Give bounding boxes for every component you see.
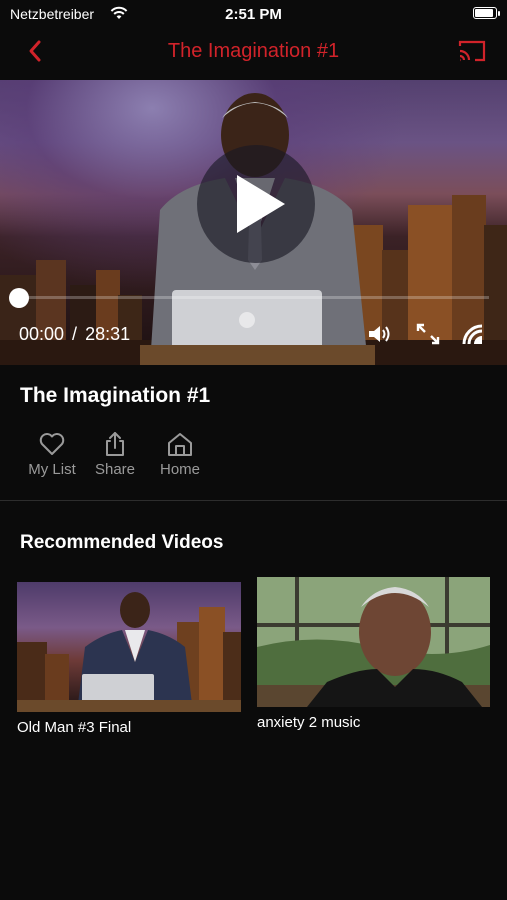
seek-handle[interactable] (9, 288, 29, 308)
speaker-icon (369, 326, 390, 342)
my-list-label: My List (28, 461, 76, 478)
recommended-title: Old Man #3 Final (17, 719, 132, 736)
clock: 2:51 PM (225, 6, 282, 23)
video-thumbnail[interactable] (257, 577, 490, 707)
divider (0, 500, 507, 501)
volume-button[interactable] (367, 322, 393, 346)
status-bar: Netzbetreiber 2:51 PM (0, 0, 507, 28)
share-button[interactable]: Share (81, 431, 149, 478)
thumbnail-image (257, 577, 490, 707)
cast-icon (458, 40, 486, 62)
home-label: Home (159, 461, 200, 478)
time-separator: / (72, 324, 78, 344)
duration: 28:31 (85, 324, 131, 344)
seek-track[interactable] (19, 296, 489, 299)
nav-bar: The Imagination #1 (0, 28, 507, 78)
thumbnail-image (17, 592, 241, 712)
page-title: The Imagination #1 (167, 40, 340, 62)
video-player[interactable]: 00:00 / 28:31 (0, 80, 507, 365)
recommended-heading: Recommended Videos (20, 532, 224, 553)
heart-icon (39, 433, 65, 455)
battery-icon (473, 7, 500, 19)
fullscreen-button[interactable] (415, 322, 441, 346)
airplay-button[interactable] (460, 322, 486, 346)
share-label: Share (94, 461, 136, 478)
expand-icon (416, 323, 440, 345)
broadcast-icon (462, 324, 483, 345)
recommended-card[interactable]: anxiety 2 music (257, 577, 490, 731)
cast-button[interactable] (457, 38, 487, 64)
home-icon (168, 433, 192, 456)
current-time: 00:00 (19, 324, 65, 344)
home-button[interactable]: Home (146, 431, 214, 478)
time-display: 00:00 / 28:31 (19, 324, 130, 345)
play-button[interactable] (197, 145, 315, 263)
recommended-title: anxiety 2 music (257, 714, 361, 731)
share-icon (106, 432, 124, 456)
video-thumbnail[interactable] (17, 582, 241, 712)
my-list-button[interactable]: My List (18, 431, 86, 478)
recommended-card[interactable]: Old Man #3 Final (17, 582, 241, 736)
video-title: The Imagination #1 (20, 384, 211, 407)
